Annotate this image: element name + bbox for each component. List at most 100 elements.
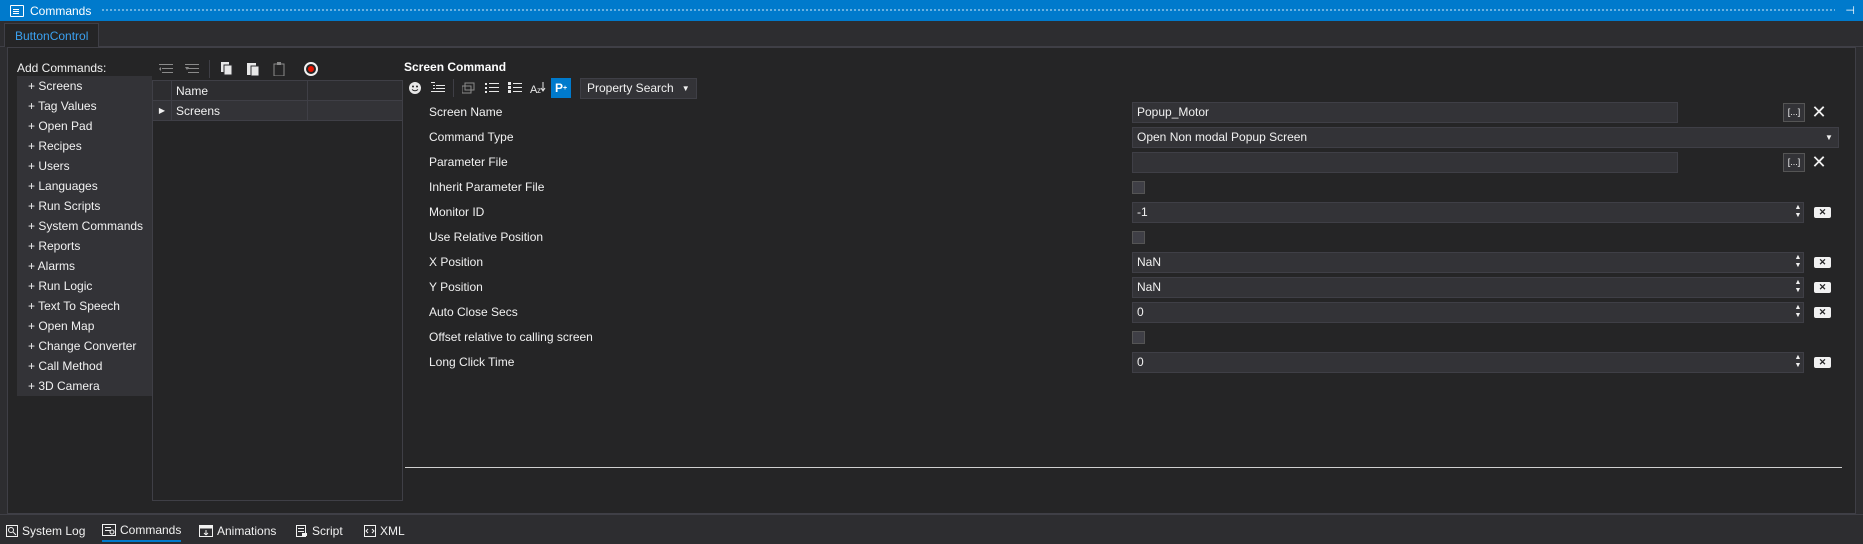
spinner-icon[interactable]: ▲ ▼ — [1793, 204, 1803, 221]
property-label: Monitor ID — [429, 205, 485, 219]
x-position-field[interactable]: NaN — [1132, 252, 1804, 273]
property-label: Auto Close Secs — [429, 305, 518, 319]
inherit-parameter-file-checkbox[interactable] — [1132, 181, 1145, 194]
property-row-screen-name: Screen Name Popup_Motor [...] ✕ — [405, 102, 1835, 124]
tab-strip: ButtonControl — [0, 21, 1863, 47]
categorized-icon[interactable] — [428, 78, 448, 98]
use-relative-position-checkbox[interactable] — [1132, 231, 1145, 244]
sort-alpha-icon[interactable]: Az — [528, 78, 548, 98]
property-sort-toggle[interactable]: P + — [551, 78, 571, 98]
expand-arrow-icon[interactable]: ▶ — [153, 101, 172, 120]
spinner-icon[interactable]: ▲ ▼ — [1793, 354, 1803, 371]
add-command-recipes[interactable]: + Recipes — [17, 136, 152, 156]
screen-name-field[interactable]: Popup_Motor — [1132, 102, 1678, 123]
add-command-3d-camera[interactable]: + 3D Camera — [17, 376, 152, 396]
add-command-users[interactable]: + Users — [17, 156, 152, 176]
browse-button[interactable]: [...] — [1783, 103, 1805, 122]
property-row-offset-relative: Offset relative to calling screen — [405, 327, 1835, 349]
add-command-tag-values[interactable]: + Tag Values — [17, 96, 152, 116]
add-command-reports[interactable]: + Reports — [17, 236, 152, 256]
y-position-field[interactable]: NaN — [1132, 277, 1804, 298]
clear-icon[interactable]: ✕ — [1814, 307, 1831, 318]
bottom-tab-bar: System Log Commands Animations Script XM… — [0, 514, 1863, 544]
expand-all-icon[interactable] — [155, 59, 177, 79]
xml-icon — [364, 525, 376, 537]
add-command-screens[interactable]: + Screens — [17, 76, 152, 96]
tab-commands[interactable]: Commands — [102, 520, 182, 542]
close-icon[interactable]: ✕ — [1808, 102, 1830, 123]
divider — [405, 467, 1842, 468]
spinner-icon[interactable]: ▲ ▼ — [1793, 279, 1803, 296]
property-row-y-position: Y Position NaN ▲ ▼ ✕ — [405, 277, 1835, 299]
commands-toolbar — [155, 58, 318, 80]
pin-icon[interactable]: ⊣ — [1845, 4, 1855, 17]
spinner-icon[interactable]: ▲ ▼ — [1793, 254, 1803, 271]
search-icon — [6, 525, 18, 537]
grid-row-name: Screens — [172, 101, 308, 120]
paste-icon[interactable] — [242, 59, 264, 79]
tab-label: Script — [312, 524, 343, 538]
add-command-call-method[interactable]: + Call Method — [17, 356, 152, 376]
clipboard-icon[interactable] — [268, 59, 290, 79]
tab-script[interactable]: Script — [296, 520, 343, 542]
copy-icon[interactable] — [216, 59, 238, 79]
chevron-down-icon: ▼ — [681, 83, 690, 93]
commands-grid: Name ▶ Screens — [152, 80, 403, 501]
record-icon[interactable] — [304, 62, 318, 76]
svg-text:z: z — [537, 86, 541, 94]
grid-header-name[interactable]: Name — [172, 81, 308, 100]
layers-icon[interactable] — [459, 78, 479, 98]
spinner-icon[interactable]: ▲ ▼ — [1793, 304, 1803, 321]
title-grip[interactable] — [101, 8, 1836, 13]
smiley-icon[interactable] — [405, 78, 425, 98]
clear-icon[interactable]: ✕ — [1814, 357, 1831, 368]
panel-titlebar: Commands ⊣ — [0, 0, 1863, 21]
table-row[interactable]: ▶ Screens — [153, 101, 402, 121]
command-type-select[interactable]: Open Non modal Popup Screen — [1132, 127, 1839, 148]
long-click-time-field[interactable]: 0 — [1132, 352, 1804, 373]
property-label: Command Type — [429, 130, 514, 144]
tab-buttoncontrol[interactable]: ButtonControl — [4, 23, 100, 47]
chevron-down-icon[interactable]: ▼ — [1823, 129, 1835, 146]
property-label: Y Position — [429, 280, 483, 294]
browse-button[interactable]: [...] — [1783, 153, 1805, 172]
grid-header: Name — [153, 81, 402, 101]
property-row-monitor-id: Monitor ID -1 ▲ ▼ ✕ — [405, 202, 1835, 224]
property-row-inherit-parameter-file: Inherit Parameter File — [405, 177, 1835, 199]
collapse-all-icon[interactable] — [181, 59, 203, 79]
clear-icon[interactable]: ✕ — [1814, 207, 1831, 218]
offset-relative-checkbox[interactable] — [1132, 331, 1145, 344]
tab-xml[interactable]: XML — [364, 520, 405, 542]
list-icon[interactable] — [482, 78, 502, 98]
property-search-label: Property Search — [587, 81, 674, 95]
add-command-open-pad[interactable]: + Open Pad — [17, 116, 152, 136]
property-label: X Position — [429, 255, 484, 269]
tab-label: Animations — [217, 524, 277, 538]
add-command-open-map[interactable]: + Open Map — [17, 316, 152, 336]
add-command-run-logic[interactable]: + Run Logic — [17, 276, 152, 296]
add-command-system-commands[interactable]: + System Commands — [17, 216, 152, 236]
add-commands-label: Add Commands: — [17, 61, 107, 75]
add-command-alarms[interactable]: + Alarms — [17, 256, 152, 276]
auto-close-secs-field[interactable]: 0 — [1132, 302, 1804, 323]
clear-icon[interactable]: ✕ — [1814, 282, 1831, 293]
property-label: Inherit Parameter File — [429, 180, 545, 194]
clear-icon[interactable]: ✕ — [1814, 257, 1831, 268]
close-icon[interactable]: ✕ — [1808, 152, 1830, 173]
property-search-dropdown[interactable]: Property Search ▼ — [580, 77, 697, 99]
monitor-id-field[interactable]: -1 — [1132, 202, 1804, 223]
add-command-change-converter[interactable]: + Change Converter — [17, 336, 152, 356]
tab-label: XML — [380, 524, 405, 538]
property-row-use-relative-position: Use Relative Position — [405, 227, 1835, 249]
tab-system-log[interactable]: System Log — [6, 520, 85, 542]
property-row-x-position: X Position NaN ▲ ▼ ✕ — [405, 252, 1835, 274]
add-command-languages[interactable]: + Languages — [17, 176, 152, 196]
editor-title: Screen Command — [404, 60, 507, 74]
add-command-text-to-speech[interactable]: + Text To Speech — [17, 296, 152, 316]
add-command-run-scripts[interactable]: + Run Scripts — [17, 196, 152, 216]
tab-animations[interactable]: Animations — [199, 520, 276, 542]
parameter-file-field[interactable] — [1132, 152, 1678, 173]
detailed-list-icon[interactable] — [505, 78, 525, 98]
add-commands-list: + Screens + Tag Values + Open Pad + Reci… — [17, 76, 152, 396]
property-label: Parameter File — [429, 155, 508, 169]
